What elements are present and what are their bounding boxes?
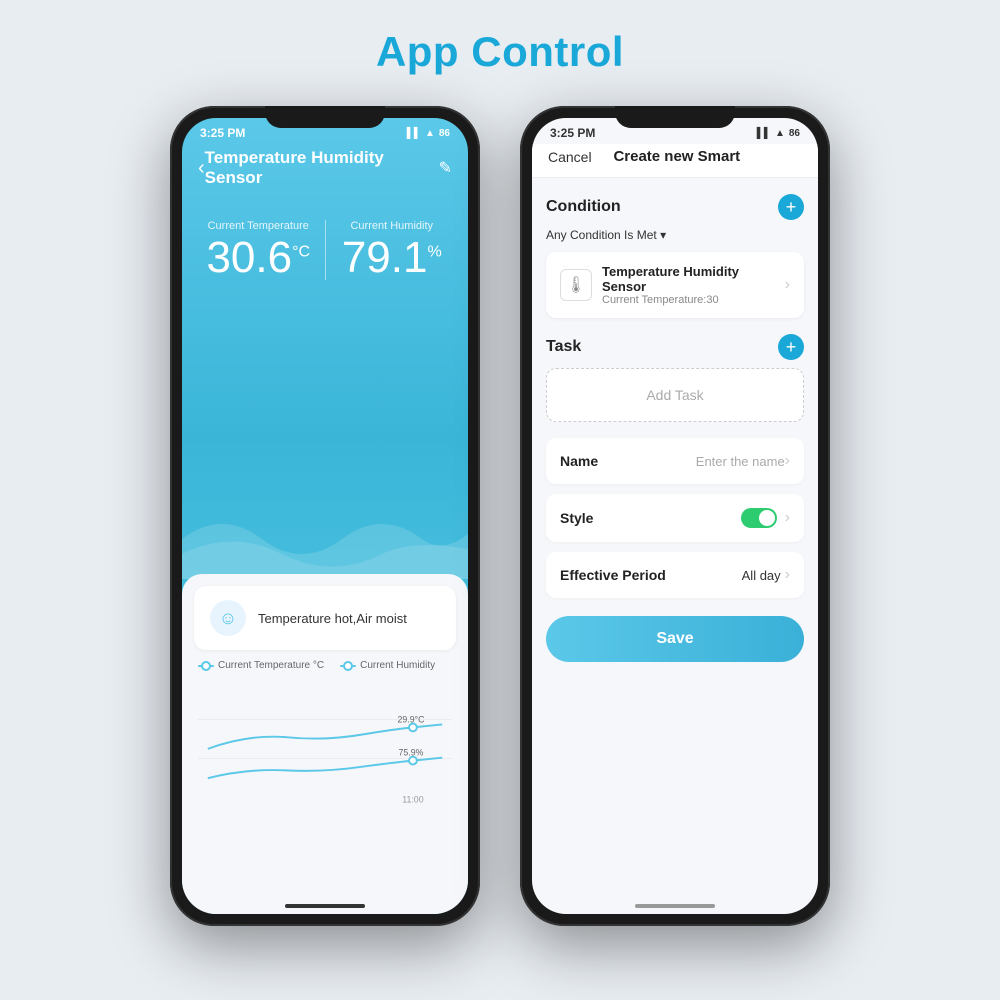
battery-icon-2: 86: [789, 128, 800, 139]
condition-sub-label: Any Condition Is Met ▾: [546, 228, 804, 242]
condition-sensor-detail: Current Temperature:30: [602, 294, 785, 306]
phones-container: 3:25 PM ▌▌ ▲ 86 ‹ Temperature Humidity S…: [0, 96, 1000, 936]
style-toggle[interactable]: [741, 508, 777, 528]
humidity-label: Current Humidity: [336, 220, 449, 232]
add-task-button[interactable]: +: [778, 334, 804, 360]
name-label: Name: [560, 453, 696, 469]
status-card: ☺ Temperature hot,Air moist: [194, 586, 456, 650]
humidity-value: 79.1%: [336, 236, 449, 280]
wifi-icon: ▲: [425, 128, 435, 139]
notch1: [265, 106, 385, 128]
create-smart-title: Create new Smart: [613, 148, 740, 165]
edit-button[interactable]: ✎: [439, 158, 452, 178]
legend-humidity: Current Humidity: [340, 660, 435, 671]
chart-legend: Current Temperature °C Current Humidity: [198, 660, 452, 671]
metrics-display: Current Temperature 30.6°C Current Humid…: [182, 200, 468, 290]
effective-period-chevron-icon: ›: [785, 566, 790, 584]
status-emoji-icon: ☺: [210, 600, 246, 636]
sensor-icon: 🌡: [560, 269, 592, 301]
phone1: 3:25 PM ▌▌ ▲ 86 ‹ Temperature Humidity S…: [170, 106, 480, 926]
svg-text:11:00: 11:00: [402, 795, 423, 805]
humidity-unit: %: [427, 243, 441, 260]
condition-info: Temperature Humidity Sensor Current Temp…: [602, 264, 785, 306]
time-2: 3:25 PM: [550, 126, 595, 140]
task-section-header: Task +: [546, 334, 804, 360]
form-section: Name Enter the name › Style › Effec: [546, 438, 804, 598]
page-title: App Control: [0, 0, 1000, 96]
temp-unit: °C: [292, 243, 310, 260]
home-indicator-2: [635, 904, 715, 908]
condition-section-header: Condition +: [546, 194, 804, 220]
save-button[interactable]: Save: [546, 616, 804, 662]
temperature-block: Current Temperature 30.6°C: [202, 220, 315, 280]
temp-label: Current Temperature: [202, 220, 315, 232]
legend-humidity-dot: [340, 665, 356, 667]
legend-temp-label: Current Temperature °C: [218, 660, 324, 671]
svg-text:75.9%: 75.9%: [399, 748, 424, 758]
humidity-block: Current Humidity 79.1%: [336, 220, 449, 280]
phone2-header: Cancel Create new Smart: [532, 144, 818, 178]
effective-period-label: Effective Period: [560, 567, 742, 583]
status-icons-1: ▌▌ ▲ 86: [407, 128, 450, 139]
time-1: 3:25 PM: [200, 126, 245, 140]
task-title: Task: [546, 338, 581, 356]
effective-period-value: All day: [742, 568, 781, 583]
add-task-label: Add Task: [646, 387, 703, 403]
style-label: Style: [560, 510, 741, 526]
phone2: 3:25 PM ▌▌ ▲ 86 Cancel Create new Smart: [520, 106, 830, 926]
name-value: Enter the name: [696, 454, 785, 469]
battery-icon: 86: [439, 128, 450, 139]
phone1-bottom-card: ☺ Temperature hot,Air moist Current Temp…: [182, 574, 468, 914]
status-message: Temperature hot,Air moist: [258, 611, 407, 626]
wifi-icon-2: ▲: [775, 128, 785, 139]
notch2: [615, 106, 735, 128]
cancel-button[interactable]: Cancel: [548, 149, 592, 165]
signal-icon: ▌▌: [407, 128, 421, 139]
chart-lines: 29.9°C 75.9% 11:00: [198, 679, 452, 809]
add-condition-button[interactable]: +: [778, 194, 804, 220]
legend-temp-dot: [198, 665, 214, 667]
home-indicator-1: [285, 904, 365, 908]
sensor-title: Temperature Humidity Sensor: [205, 148, 439, 188]
phone1-header: ‹ Temperature Humidity Sensor ✎: [182, 144, 468, 200]
metric-divider: [325, 220, 326, 280]
legend-temp: Current Temperature °C: [198, 660, 324, 671]
page-wrapper: App Control 3:25 PM ▌▌ ▲ 86 ‹: [0, 0, 1000, 936]
style-chevron-icon: ›: [785, 509, 790, 527]
name-chevron-icon: ›: [785, 452, 790, 470]
style-row[interactable]: Style ›: [546, 494, 804, 542]
back-button[interactable]: ‹: [198, 157, 205, 180]
legend-humidity-label: Current Humidity: [360, 660, 435, 671]
condition-title: Condition: [546, 198, 621, 216]
chart-area: Current Temperature °C Current Humidity: [182, 650, 468, 809]
phone2-inner: 3:25 PM ▌▌ ▲ 86 Cancel Create new Smart: [532, 118, 818, 914]
condition-chevron-icon: ›: [785, 276, 790, 294]
add-task-box[interactable]: Add Task: [546, 368, 804, 422]
condition-dropdown-icon[interactable]: ▾: [660, 228, 666, 242]
svg-text:29.9°C: 29.9°C: [397, 715, 424, 725]
task-section: Task + Add Task: [546, 334, 804, 422]
signal-icon-2: ▌▌: [757, 128, 771, 139]
condition-sensor-name: Temperature Humidity Sensor: [602, 264, 785, 294]
effective-period-row[interactable]: Effective Period All day ›: [546, 552, 804, 598]
status-icons-2: ▌▌ ▲ 86: [757, 128, 800, 139]
name-row[interactable]: Name Enter the name ›: [546, 438, 804, 484]
phone1-inner: 3:25 PM ▌▌ ▲ 86 ‹ Temperature Humidity S…: [182, 118, 468, 914]
content-area: Condition + Any Condition Is Met ▾ 🌡 Tem…: [532, 178, 818, 894]
wave-decoration: [182, 499, 468, 579]
temp-value: 30.6°C: [202, 236, 315, 280]
condition-card[interactable]: 🌡 Temperature Humidity Sensor Current Te…: [546, 252, 804, 318]
